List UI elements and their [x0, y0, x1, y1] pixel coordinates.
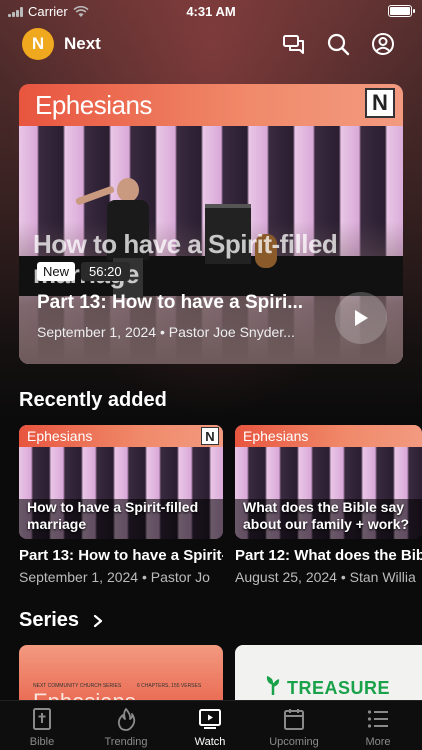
status-bar: Carrier 4:31 AM	[0, 0, 422, 22]
series-heading: Series	[19, 609, 80, 631]
church-badge: N	[365, 88, 395, 118]
tab-label: Watch	[194, 736, 226, 748]
series-card[interactable]: NEXT COMMUNITY CHURCH SERIES 6 CHAPTERS,…	[19, 645, 223, 705]
chat-icon[interactable]	[281, 31, 307, 57]
account-icon[interactable]	[370, 31, 396, 57]
video-thumbnail: Ephesians What does the Bible say about …	[235, 425, 422, 539]
series-banner: Ephesians N	[19, 84, 403, 126]
video-meta: September 1, 2024 • Pastor Jo	[19, 569, 210, 585]
app-logo[interactable]: N	[22, 28, 54, 60]
featured-meta: September 1, 2024 • Pastor Joe Snyder...	[37, 324, 295, 340]
video-card[interactable]: Ephesians What does the Bible say about …	[235, 425, 422, 585]
video-meta: August 25, 2024 • Stan Willia	[235, 569, 416, 585]
tab-label: Trending	[104, 736, 148, 748]
series-banner-title: Ephesians	[27, 428, 93, 444]
video-card[interactable]: Ephesians N How to have a Spirit-filled …	[19, 425, 223, 585]
series-info: 6 CHAPTERS, 155 VERSES	[137, 683, 202, 689]
play-icon	[355, 310, 368, 326]
tab-trending[interactable]: Trending	[84, 707, 168, 748]
video-thumbnail: Ephesians N How to have a Spirit-filled …	[19, 425, 223, 539]
calendar-icon	[284, 709, 304, 730]
app-header: N Next	[0, 26, 422, 62]
battery-icon	[388, 5, 415, 17]
series-title: TREASURE	[287, 678, 391, 698]
video-title: Part 13: How to have a Spirit-f	[19, 547, 223, 564]
series-banner: Ephesians N	[19, 425, 223, 447]
church-badge: N	[201, 427, 219, 445]
tab-watch[interactable]: Watch	[168, 707, 252, 748]
series-banner: Ephesians	[235, 425, 422, 447]
featured-video-card[interactable]: Ephesians N How to have a Spirit-filled …	[19, 84, 403, 364]
play-button[interactable]	[335, 292, 387, 344]
leaf-icon	[266, 676, 280, 695]
chevron-right-icon	[93, 614, 103, 627]
video-badges: New 56:20	[37, 262, 130, 281]
series-banner-title: Ephesians	[243, 428, 309, 444]
series-banner-title: Ephesians	[35, 90, 152, 120]
new-badge: New	[37, 262, 76, 281]
bible-icon	[33, 708, 51, 730]
tab-label: More	[365, 736, 391, 748]
featured-title: Part 13: How to have a Spiri...	[37, 292, 304, 313]
tab-label: Bible	[29, 736, 55, 748]
thumbnail-overlay-text: How to have a Spirit-filled marriage	[27, 499, 199, 532]
list-icon	[367, 710, 388, 728]
series-card[interactable]: TREASURE	[235, 645, 422, 705]
clock: 4:31 AM	[186, 4, 236, 19]
thumbnail-overlay-text: What does the Bible say about our family…	[243, 499, 410, 532]
recently-added-heading: Recently added	[19, 389, 167, 411]
series-heading-link[interactable]: Series	[19, 609, 103, 632]
tab-bar: Bible Trending Watch Upcoming More	[0, 700, 422, 750]
tab-upcoming[interactable]: Upcoming	[252, 707, 336, 748]
watch-icon	[199, 709, 221, 729]
duration-badge: 56:20	[81, 262, 130, 281]
flame-icon	[117, 708, 136, 731]
video-title: Part 12: What does the Bible	[235, 547, 422, 564]
tab-label: Upcoming	[269, 736, 319, 748]
tab-more[interactable]: More	[336, 707, 420, 748]
search-icon[interactable]	[325, 31, 351, 57]
app-title: Next	[64, 34, 101, 53]
tab-bible[interactable]: Bible	[0, 707, 84, 748]
